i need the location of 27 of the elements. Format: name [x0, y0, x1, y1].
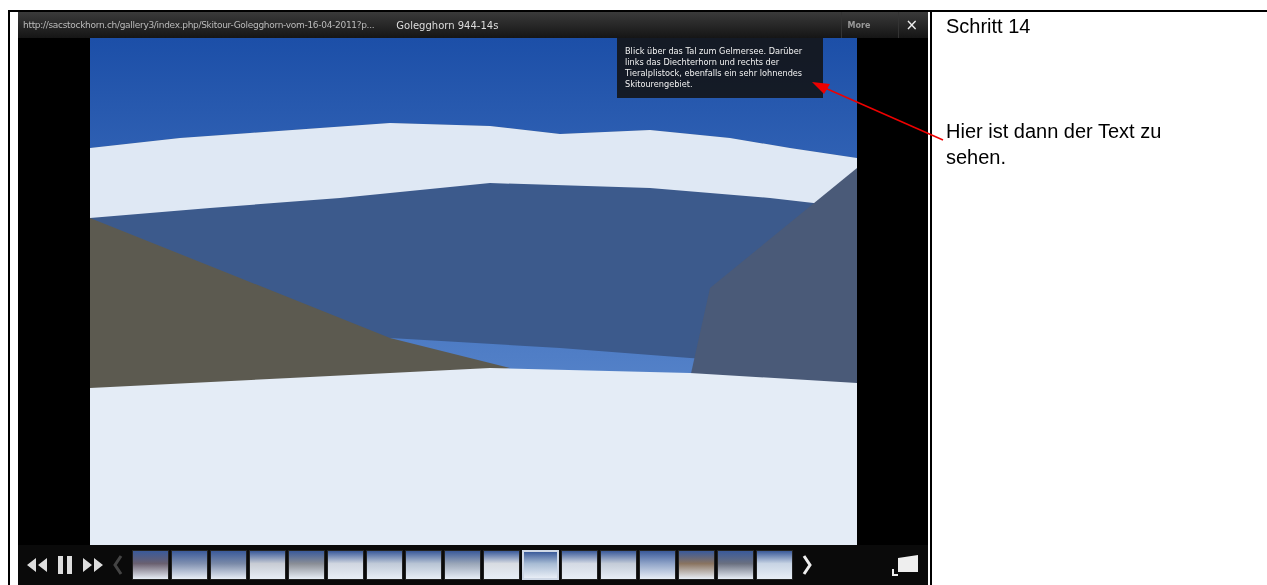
thumbnail-photo[interactable] [561, 550, 598, 580]
thumbnail-photo[interactable] [249, 550, 286, 580]
thumbnail-photo[interactable] [717, 550, 754, 580]
thumbnail-photo[interactable] [132, 550, 169, 580]
thumbnail-photo[interactable] [288, 550, 325, 580]
thumbnail-photo[interactable] [171, 550, 208, 580]
thumbnail-photo[interactable] [756, 550, 793, 580]
page-url: http://sacstockhorn.ch/gallery3/index.php/Skitour-Golegghorn-vom-16-04-2011?p... [23, 20, 375, 30]
thumbnail-photo[interactable] [639, 550, 676, 580]
rewind-icon[interactable] [26, 557, 48, 573]
thumbnail-photo[interactable] [444, 550, 481, 580]
photo-caption: Blick über das Tal zum Gelmersee. Darüber links das Diechterhorn und rechts der Tieralplistock, ebenfalls ein sehr lohnendes Skitourengebiet. [617, 38, 823, 99]
explanation-text: Hier ist dann der Text zu sehen. [946, 119, 1163, 170]
thumbnail-photo[interactable] [327, 550, 364, 580]
photo-title: Golegghorn 944-14s [396, 19, 499, 31]
fast-forward-icon[interactable] [82, 557, 104, 573]
fullscreen-icon[interactable] [892, 554, 920, 576]
step-heading: Schritt 14 [946, 15, 1032, 38]
chevron-right-icon[interactable] [802, 555, 812, 575]
close-button[interactable]: × [898, 12, 924, 38]
thumbnail-photo[interactable] [600, 550, 637, 580]
thumbnail-photo[interactable] [366, 550, 403, 580]
thumbnail-photo[interactable] [678, 550, 715, 580]
pause-icon[interactable] [57, 556, 73, 574]
thumbnail-photo[interactable] [483, 550, 520, 580]
thumbnail-photo[interactable] [405, 550, 442, 580]
thumbnail-photo[interactable] [210, 550, 247, 580]
